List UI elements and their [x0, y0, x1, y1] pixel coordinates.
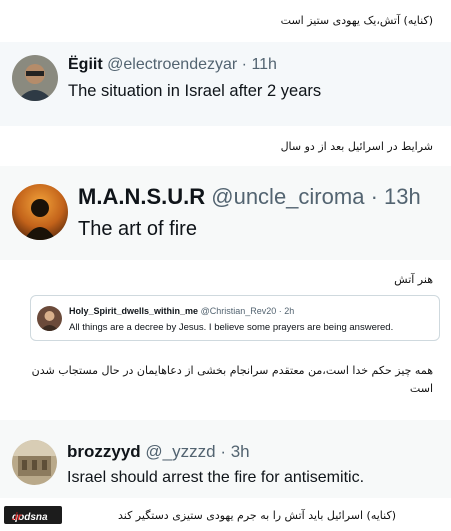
- quoted-tweet[interactable]: Holy_Spirit_dwells_within_me @Christian_…: [30, 295, 440, 341]
- caption-3: هنر آتش: [394, 273, 433, 286]
- tweet-time[interactable]: · 3h: [220, 442, 249, 461]
- tweet-text: All things are a decree by Jesus. I beli…: [69, 322, 394, 333]
- author-handle[interactable]: @electroendezyar: [107, 56, 237, 73]
- author-name[interactable]: Holy_Spirit_dwells_within_me: [69, 306, 198, 316]
- author-handle[interactable]: @_yzzzd: [145, 442, 215, 461]
- watermark-suffix: .ir: [12, 512, 22, 523]
- tweet-card[interactable]: brozzyyd @_yzzzd · 3h Israel should arre…: [0, 420, 451, 498]
- tweet-text: Israel should arrest the fire for antise…: [67, 469, 365, 486]
- caption-2: شرایط در اسرائیل بعد از دو سال: [280, 140, 433, 153]
- avatar[interactable]: [37, 306, 62, 331]
- avatar[interactable]: [12, 184, 68, 240]
- tweet-text: The situation in Israel after 2 years: [68, 82, 322, 100]
- tweet-time[interactable]: · 2h: [279, 306, 295, 316]
- tweet-header: Holy_Spirit_dwells_within_me @Christian_…: [69, 306, 294, 316]
- tweet-time[interactable]: · 13h: [371, 184, 421, 209]
- caption-4: همه چیز حکم خدا است،من معتقدم سرانجام بخ…: [31, 364, 433, 395]
- tweet-card[interactable]: M.A.N.S.U.R @uncle_ciroma · 13h The art …: [0, 166, 451, 260]
- author-name[interactable]: brozzyyd: [67, 442, 141, 461]
- caption-1: (کنایه) آتش،یک یهودی ستیز است: [280, 14, 433, 27]
- author-name[interactable]: M.A.N.S.U.R: [78, 184, 205, 209]
- author-handle[interactable]: @Christian_Rev20: [201, 306, 277, 316]
- tweet-header: brozzyyd @_yzzzd · 3h: [67, 442, 250, 462]
- avatar[interactable]: [12, 55, 58, 101]
- tweet-card[interactable]: Ëgiit @electroendezyar · 11h The situati…: [0, 42, 451, 126]
- caption-5: (کنایه) اسرائیل باید آتش را به جرم یهودی…: [117, 509, 396, 522]
- tweet-text: The art of fire: [78, 218, 197, 240]
- avatar[interactable]: [12, 440, 57, 485]
- author-name[interactable]: Ëgiit: [68, 56, 103, 73]
- tweet-time[interactable]: · 11h: [242, 56, 277, 73]
- qodsna-logo: qodsna .ir: [4, 506, 62, 524]
- tweet-header: Ëgiit @electroendezyar · 11h: [68, 56, 277, 74]
- tweet-header: M.A.N.S.U.R @uncle_ciroma · 13h: [78, 184, 421, 210]
- author-handle[interactable]: @uncle_ciroma: [211, 184, 364, 209]
